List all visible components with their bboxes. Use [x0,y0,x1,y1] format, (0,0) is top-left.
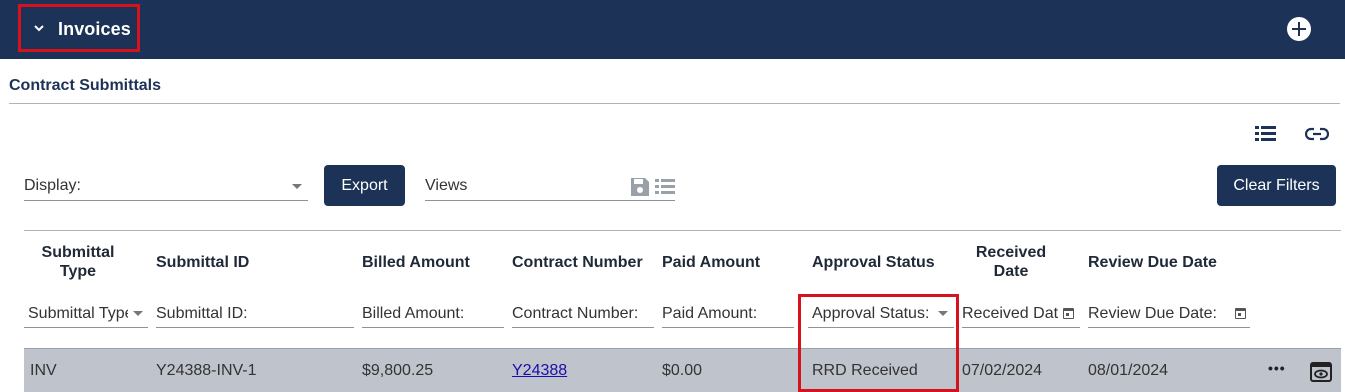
views-select[interactable]: Views [425,177,467,195]
cell-submittal-type: INV [30,362,57,379]
contract-number-link[interactable]: Y24388 [512,362,567,379]
filter-underline [156,327,354,328]
cell-review-due-date: 08/01/2024 [1088,362,1169,379]
display-select[interactable]: Display: [24,177,81,195]
column-header-contract-number[interactable]: Contract Number [512,254,643,272]
column-header-submittal-id[interactable]: Submittal ID [156,254,249,272]
calendar-icon[interactable] [1235,308,1246,319]
filter-underline [962,327,1080,328]
column-header-paid-amount[interactable]: Paid Amount [662,254,760,272]
chevron-down-icon[interactable] [32,21,46,35]
submittal-type-filter[interactable]: Submittal Type [28,305,128,323]
views-list-icon[interactable] [655,179,675,195]
cell-submittal-id: Y24388-INV-1 [156,362,257,379]
table-top-divider [24,230,1341,231]
section-divider [9,103,1340,104]
link-icon[interactable] [1305,125,1329,143]
section-title: Contract Submittals [9,77,162,94]
column-header-received-date[interactable]: Received Date [966,243,1056,281]
save-view-icon[interactable] [630,177,650,197]
cell-billed-amount: $9,800.25 [362,362,434,379]
approval-status-highlight-box [798,294,959,392]
paid-amount-filter[interactable]: Paid Amount: [662,305,802,323]
clear-filters-button[interactable]: Clear Filters [1217,165,1336,206]
filter-underline [512,327,654,328]
column-header-approval-status[interactable]: Approval Status [812,254,935,272]
cell-received-date: 07/02/2024 [962,362,1043,379]
filter-underline [662,327,794,328]
export-button[interactable]: Export [324,165,405,206]
plus-circle-icon[interactable] [1287,17,1311,41]
review-due-date-filter[interactable]: Review Due Date: [1088,305,1218,323]
billed-amount-filter[interactable]: Billed Amount: [362,305,502,323]
display-underline [24,200,308,201]
list-view-icon[interactable] [1255,125,1276,143]
column-header-submittal-type[interactable]: Submittal Type [24,243,132,281]
cell-paid-amount: $0.00 [662,362,703,379]
display-dropdown-caret-icon[interactable] [292,184,302,189]
invoices-header-bar [0,0,1345,59]
more-options-icon[interactable]: ••• [1268,360,1286,376]
submittal-id-filter[interactable]: Submittal ID: [156,305,346,323]
view-eye-icon[interactable] [1310,362,1332,382]
received-date-filter[interactable]: Received Date [962,305,1058,323]
filter-underline [362,327,504,328]
column-header-billed-amount[interactable]: Billed Amount [362,254,470,272]
contract-number-filter[interactable]: Contract Number: [512,305,652,323]
column-header-review-due-date[interactable]: Review Due Date [1088,254,1217,272]
views-underline [425,200,675,201]
submittal-type-caret-icon[interactable] [133,311,143,316]
filter-underline [24,327,148,328]
invoices-title[interactable]: Invoices [58,19,131,40]
calendar-icon[interactable] [1063,308,1074,319]
filter-underline [1088,327,1250,328]
